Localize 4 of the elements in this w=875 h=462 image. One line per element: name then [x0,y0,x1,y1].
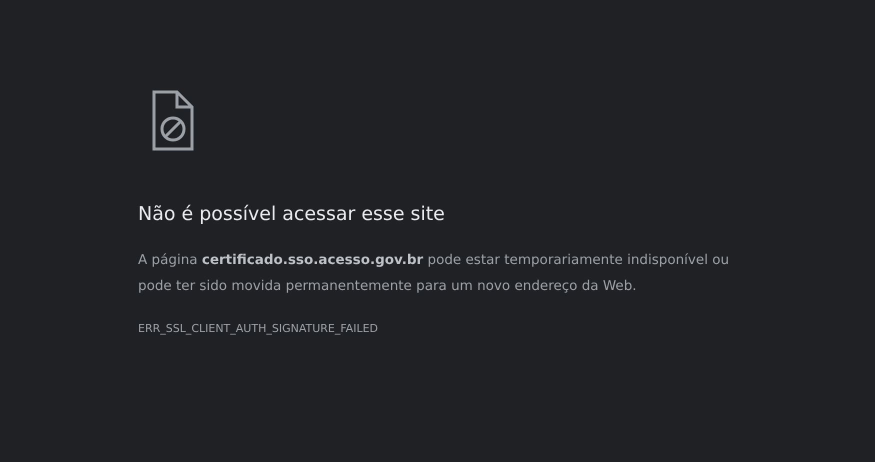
error-code: ERR_SSL_CLIENT_AUTH_SIGNATURE_FAILED [138,320,379,337]
blocked-file-icon [151,90,195,152]
error-message: A página certificado.sso.acesso.gov.br pode estar temporariamente indisponível ou pode ter sido movida permanentemente para um novo endereço da Web. [138,250,730,296]
error-title: Não é possível acessar esse site [138,202,446,227]
